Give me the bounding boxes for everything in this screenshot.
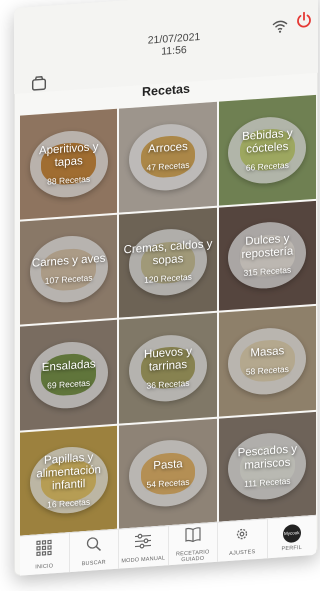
book-icon (184, 526, 202, 548)
category-grid: Aperitivos y tapas 88 Recetas Arroces 47 Re… (20, 94, 316, 536)
nav-recetario-guiado[interactable]: RECETARIO GUIADO (168, 522, 218, 567)
category-tile[interactable]: Pescados y mariscos 111 Recetas (218, 411, 316, 522)
gear-icon (233, 525, 251, 547)
nav-modo-manual[interactable]: MODO MANUAL (119, 526, 169, 570)
category-tile[interactable]: Carnes y aves 107 Recetas (20, 214, 118, 325)
tile-overlay (119, 101, 217, 213)
nav-inicio[interactable]: INICIO (20, 533, 70, 577)
tile-overlay (20, 319, 118, 431)
nav-label: MODO MANUAL (121, 555, 166, 565)
profile-icon: Mycook (282, 523, 301, 543)
power-icon[interactable] (296, 11, 312, 28)
search-icon (85, 536, 103, 558)
nav-perfil[interactable]: Mycook PERFIL (268, 516, 317, 559)
category-tile[interactable]: Bebidas y cócteles 66 Recetas (218, 94, 316, 206)
nav-buscar[interactable]: BUSCAR (69, 529, 119, 574)
device-screen: 21/07/2021 11:56 Recetas Aperitivos y ta… (14, 0, 318, 577)
scale-icon[interactable] (30, 74, 48, 93)
category-tile[interactable]: Aperitivos y tapas 88 Recetas (20, 108, 118, 220)
wifi-icon[interactable] (272, 19, 288, 34)
category-tile[interactable]: Arroces 47 Recetas (119, 101, 217, 213)
category-tile[interactable]: Huevos y tarrinas 36 Recetas (119, 312, 217, 424)
category-name: Pasta (153, 457, 183, 473)
tile-overlay (119, 418, 217, 529)
nav-label: AJUSTES (229, 549, 256, 557)
category-tile[interactable]: Masas 58 Recetas (218, 305, 316, 417)
nav-label: RECETARIO GUIADO (176, 549, 210, 564)
nav-ajustes[interactable]: AJUSTES (218, 519, 268, 563)
tile-overlay (218, 305, 316, 417)
category-tile[interactable]: Ensaladas 69 Recetas (20, 319, 118, 431)
category-name: Papillas y alimentación infantil (36, 451, 101, 493)
category-tile[interactable]: Pasta 54 Recetas (119, 418, 217, 529)
category-tile[interactable]: Papillas y alimentación infantil 16 Recet… (20, 425, 118, 536)
profile-badge: Mycook (283, 530, 300, 537)
nav-label: INICIO (35, 563, 54, 571)
grid-icon (35, 539, 53, 561)
category-tile[interactable]: Dulces y repostería 315 Recetas (218, 200, 316, 311)
sliders-icon (134, 532, 152, 554)
nav-label: PERFIL (281, 544, 302, 552)
nav-label: BUSCAR (81, 559, 106, 568)
category-tile[interactable]: Cremas, caldos y sopas 120 Recetas (119, 207, 217, 318)
